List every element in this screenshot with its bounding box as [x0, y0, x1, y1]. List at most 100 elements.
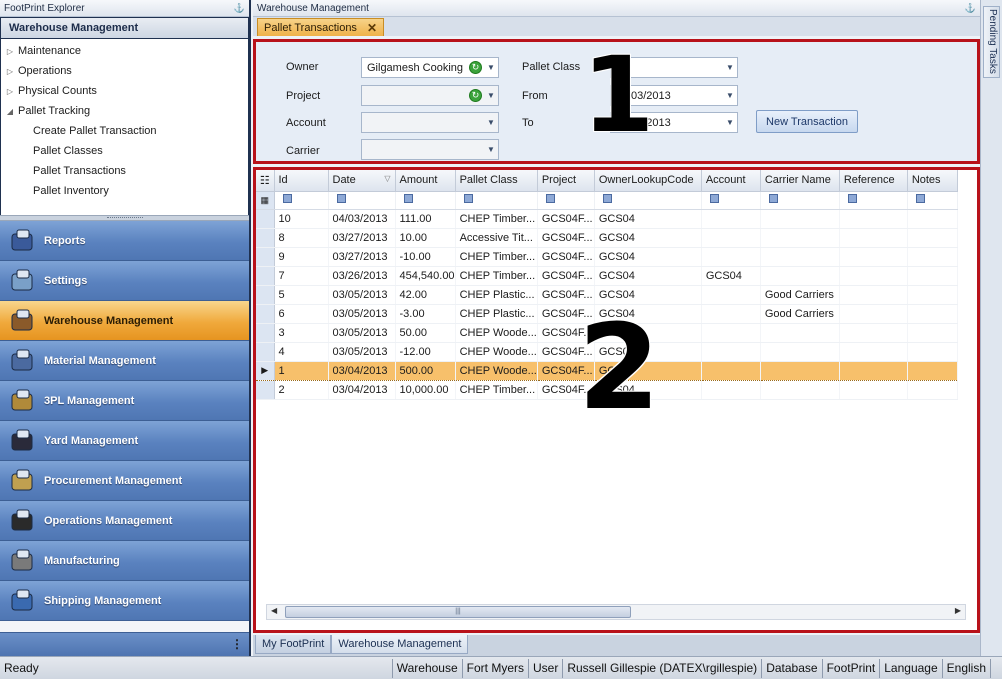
nav-button[interactable]: Yard Management: [0, 421, 249, 461]
more-options-icon[interactable]: ⋮: [231, 637, 243, 651]
nav-button[interactable]: 3PL Management: [0, 381, 249, 421]
cell-pallet-class[interactable]: CHEP Timber...: [455, 209, 538, 229]
cell-amount[interactable]: -12.00: [395, 342, 456, 362]
row-selector[interactable]: [256, 342, 275, 362]
explorer-module-header[interactable]: Warehouse Management: [0, 17, 249, 39]
chevron-down-icon[interactable]: ▼: [723, 63, 737, 72]
chevron-down-icon[interactable]: ▼: [723, 91, 737, 100]
cell-account[interactable]: [701, 209, 761, 229]
cell-amount[interactable]: 42.00: [395, 285, 456, 305]
sort-descending-icon[interactable]: ▽: [384, 174, 390, 183]
cell-id[interactable]: 10: [274, 209, 329, 229]
cell-date[interactable]: 03/05/2013: [328, 323, 396, 343]
column-filter-cell[interactable]: [839, 191, 908, 210]
cell-owner[interactable]: GCS04: [594, 266, 702, 286]
cell-amount[interactable]: 50.00: [395, 323, 456, 343]
column-header[interactable]: Pallet Class: [455, 170, 538, 192]
cell-notes[interactable]: [907, 360, 958, 381]
chevron-down-icon[interactable]: ▼: [484, 118, 498, 127]
table-row[interactable]: 10 04/03/2013 111.00 CHEP Timber... GCS04F..…: [256, 209, 958, 229]
chevron-down-icon[interactable]: ▼: [484, 145, 498, 154]
account-combo[interactable]: ▼: [361, 112, 499, 133]
nav-button[interactable]: Warehouse Management: [0, 301, 249, 341]
filter-icon[interactable]: [403, 194, 413, 203]
nav-button[interactable]: Settings: [0, 261, 249, 301]
cell-account[interactable]: [701, 342, 761, 362]
close-icon[interactable]: ✕: [367, 21, 377, 35]
cell-account[interactable]: [701, 247, 761, 267]
cell-carrier[interactable]: [760, 360, 840, 381]
cell-account[interactable]: [701, 228, 761, 248]
row-selector[interactable]: [256, 228, 275, 248]
cell-reference[interactable]: [839, 380, 908, 400]
column-header[interactable]: OwnerLookupCode: [594, 170, 702, 192]
filter-icon[interactable]: [336, 194, 346, 203]
tree-item[interactable]: ◢ Pallet Tracking: [1, 101, 248, 121]
cell-id[interactable]: 7: [274, 266, 329, 286]
cell-date[interactable]: 03/05/2013: [328, 304, 396, 324]
filter-icon[interactable]: [768, 194, 778, 203]
cell-pallet-class[interactable]: CHEP Plastic...: [455, 304, 538, 324]
cell-notes[interactable]: [907, 285, 958, 305]
cell-owner[interactable]: GCS04: [594, 228, 702, 248]
chevron-down-icon[interactable]: ▼: [723, 118, 737, 127]
column-header[interactable]: Project: [537, 170, 595, 192]
carrier-combo[interactable]: ▼: [361, 139, 499, 160]
filter-icon[interactable]: [709, 194, 719, 203]
row-selector[interactable]: [256, 266, 275, 286]
cell-amount[interactable]: 10,000.00: [395, 380, 456, 400]
refresh-icon[interactable]: ↻: [469, 89, 482, 102]
cell-project[interactable]: GCS04F...: [537, 209, 595, 229]
pin-icon[interactable]: ⚓: [234, 3, 245, 14]
cell-notes[interactable]: [907, 247, 958, 267]
cell-date[interactable]: 03/04/2013: [328, 360, 396, 381]
table-row[interactable]: 9 03/27/2013 -10.00 CHEP Timber... GCS04F...…: [256, 247, 958, 267]
cell-amount[interactable]: 111.00: [395, 209, 456, 229]
tab-pallet-transactions[interactable]: Pallet Transactions ✕: [257, 18, 384, 36]
column-header[interactable]: Notes: [907, 170, 958, 192]
workspace-tab[interactable]: My FootPrint: [255, 635, 332, 654]
filter-icon[interactable]: [602, 194, 612, 203]
cell-pallet-class[interactable]: CHEP Timber...: [455, 266, 538, 286]
tree-item[interactable]: Create Pallet Transaction: [1, 121, 248, 141]
project-combo[interactable]: ↻ ▼: [361, 85, 499, 106]
column-header[interactable]: Amount: [395, 170, 456, 192]
cell-carrier[interactable]: [760, 342, 840, 362]
filter-icon[interactable]: [463, 194, 473, 203]
cell-pallet-class[interactable]: Accessive Tit...: [455, 228, 538, 248]
expand-arrow-icon[interactable]: ▷: [5, 47, 15, 56]
cell-owner[interactable]: GCS04: [594, 209, 702, 229]
cell-amount[interactable]: 500.00: [395, 360, 456, 381]
column-chooser-icon[interactable]: ☷: [256, 170, 275, 192]
nav-button[interactable]: Procurement Management: [0, 461, 249, 501]
cell-id[interactable]: 6: [274, 304, 329, 324]
owner-combo[interactable]: Gilgamesh Cooking ↻ ▼: [361, 57, 499, 78]
cell-pallet-class[interactable]: CHEP Woode...: [455, 342, 538, 362]
row-pointer-icon[interactable]: ▶: [256, 360, 275, 381]
cell-carrier[interactable]: [760, 266, 840, 286]
cell-carrier[interactable]: [760, 228, 840, 248]
cell-amount[interactable]: 454,540.00: [395, 266, 456, 286]
cell-id[interactable]: 8: [274, 228, 329, 248]
cell-notes[interactable]: [907, 380, 958, 400]
column-header[interactable]: Carrier Name: [760, 170, 840, 192]
cell-pallet-class[interactable]: CHEP Woode...: [455, 323, 538, 343]
column-filter-cell[interactable]: [274, 191, 329, 210]
cell-carrier[interactable]: Good Carriers: [760, 285, 840, 305]
cell-account[interactable]: [701, 380, 761, 400]
tree-item[interactable]: Pallet Transactions: [1, 161, 248, 181]
cell-project[interactable]: GCS04F...: [537, 266, 595, 286]
cell-id[interactable]: 3: [274, 323, 329, 343]
cell-account[interactable]: [701, 360, 761, 381]
cell-account[interactable]: GCS04: [701, 266, 761, 286]
column-filter-cell[interactable]: [537, 191, 595, 210]
cell-date[interactable]: 03/27/2013: [328, 228, 396, 248]
cell-id[interactable]: 4: [274, 342, 329, 362]
nav-button[interactable]: Operations Management: [0, 501, 249, 541]
row-selector[interactable]: [256, 247, 275, 267]
tree-item[interactable]: Pallet Inventory: [1, 181, 248, 201]
new-transaction-button[interactable]: New Transaction: [756, 110, 858, 133]
cell-notes[interactable]: [907, 228, 958, 248]
filter-icon[interactable]: [847, 194, 857, 203]
column-filter-cell[interactable]: [455, 191, 538, 210]
